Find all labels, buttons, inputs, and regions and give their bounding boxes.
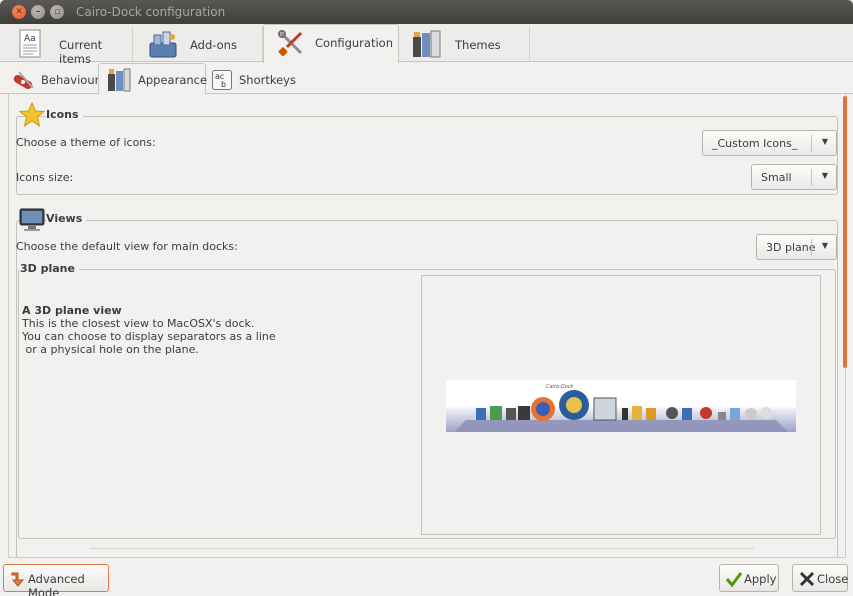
chevron-down-icon: ▼ (821, 241, 828, 250)
tools-icon (278, 30, 303, 57)
vertical-scrollbar[interactable] (843, 96, 847, 368)
views-section-title: Views (46, 212, 87, 225)
svg-text:Aa: Aa (24, 34, 36, 44)
view-subframe-title: 3D plane (20, 262, 79, 275)
icon-size-combo[interactable]: Small ▼ (751, 164, 837, 190)
icon-theme-value: _Custom Icons_ (712, 137, 798, 150)
dock-preview-graphic: Cairo-Dock (454, 384, 788, 432)
close-button[interactable]: Close (792, 564, 848, 592)
themes-icon (413, 30, 441, 58)
star-icon (19, 102, 45, 128)
icon-theme-combo[interactable]: _Custom Icons_ ▼ (702, 130, 837, 156)
advanced-mode-button[interactable]: Advanced Mode (3, 564, 109, 596)
chevron-down-icon: ▼ (821, 137, 828, 146)
tab-label: Add-ons (190, 38, 237, 52)
close-icon (799, 571, 815, 587)
advanced-mode-label: Advanced Mode (28, 572, 85, 596)
window-close-button[interactable]: ✕ (12, 5, 26, 19)
tab-current-items[interactable]: Aa Current items (0, 26, 133, 66)
view-description-title: A 3D plane view (22, 304, 122, 317)
apply-button[interactable]: Apply (719, 564, 779, 592)
icons-section-title: Icons (46, 108, 83, 121)
tab-label: Shortkeys (239, 73, 296, 87)
window-title: Cairo-Dock configuration (76, 5, 226, 19)
main-tab-bar: Aa Current items Add-ons Configuration T… (0, 24, 853, 66)
sub-tab-bar: Behaviour Appearance ac b Shortkeys (0, 62, 853, 95)
swiss-knife-icon (13, 71, 34, 89)
tab-add-ons[interactable]: Add-ons (133, 26, 263, 61)
icon-size-value: Small (761, 171, 792, 184)
default-view-label: Choose the default view for main docks: (16, 240, 238, 253)
view-description-text: This is the closest view to MacOSX's doc… (22, 317, 276, 356)
tab-shortkeys[interactable]: ac b Shortkeys (206, 64, 296, 94)
chevron-down-icon: ▼ (821, 171, 828, 180)
arrow-icon (11, 572, 25, 587)
svg-text:Cairo-Dock: Cairo-Dock (546, 384, 575, 390)
tab-appearance[interactable]: Appearance (98, 63, 208, 95)
tab-label: Appearance (138, 73, 208, 87)
apply-label: Apply (744, 572, 777, 586)
icon-size-label: Icons size: (16, 171, 74, 184)
tab-behaviour[interactable]: Behaviour (8, 64, 100, 94)
close-label: Close (817, 572, 849, 586)
monitor-icon (19, 208, 45, 231)
window-maximize-button[interactable]: ▫ (50, 5, 64, 19)
default-view-combo[interactable]: 3D plane ▼ (756, 234, 837, 260)
default-view-value: 3D plane (766, 241, 816, 254)
tab-label: Behaviour (41, 73, 100, 87)
window-minimize-button[interactable]: – (31, 5, 45, 19)
checkmark-icon (725, 572, 743, 588)
bottom-divider (90, 548, 754, 549)
svg-text:b: b (221, 80, 226, 89)
dock-preview-image: Cairo-Dock (446, 380, 796, 432)
keyboard-icon: ac b (212, 70, 232, 90)
view-preview: Cairo-Dock (421, 275, 821, 535)
tab-configuration[interactable]: Configuration (263, 24, 399, 63)
title-bar: ✕ – ▫ Cairo-Dock configuration (0, 0, 853, 24)
view-description: A 3D plane view This is the closest view… (22, 304, 276, 356)
tab-label: Configuration (315, 36, 393, 50)
addons-icon (149, 31, 177, 58)
paint-icon (108, 68, 131, 92)
icon-theme-label: Choose a theme of icons: (16, 136, 156, 149)
tab-themes[interactable]: Themes (399, 26, 530, 61)
tab-label: Themes (455, 38, 501, 52)
document-icon: Aa (19, 29, 41, 58)
config-content-panel: Icons Choose a theme of icons: _Custom I… (8, 94, 846, 558)
